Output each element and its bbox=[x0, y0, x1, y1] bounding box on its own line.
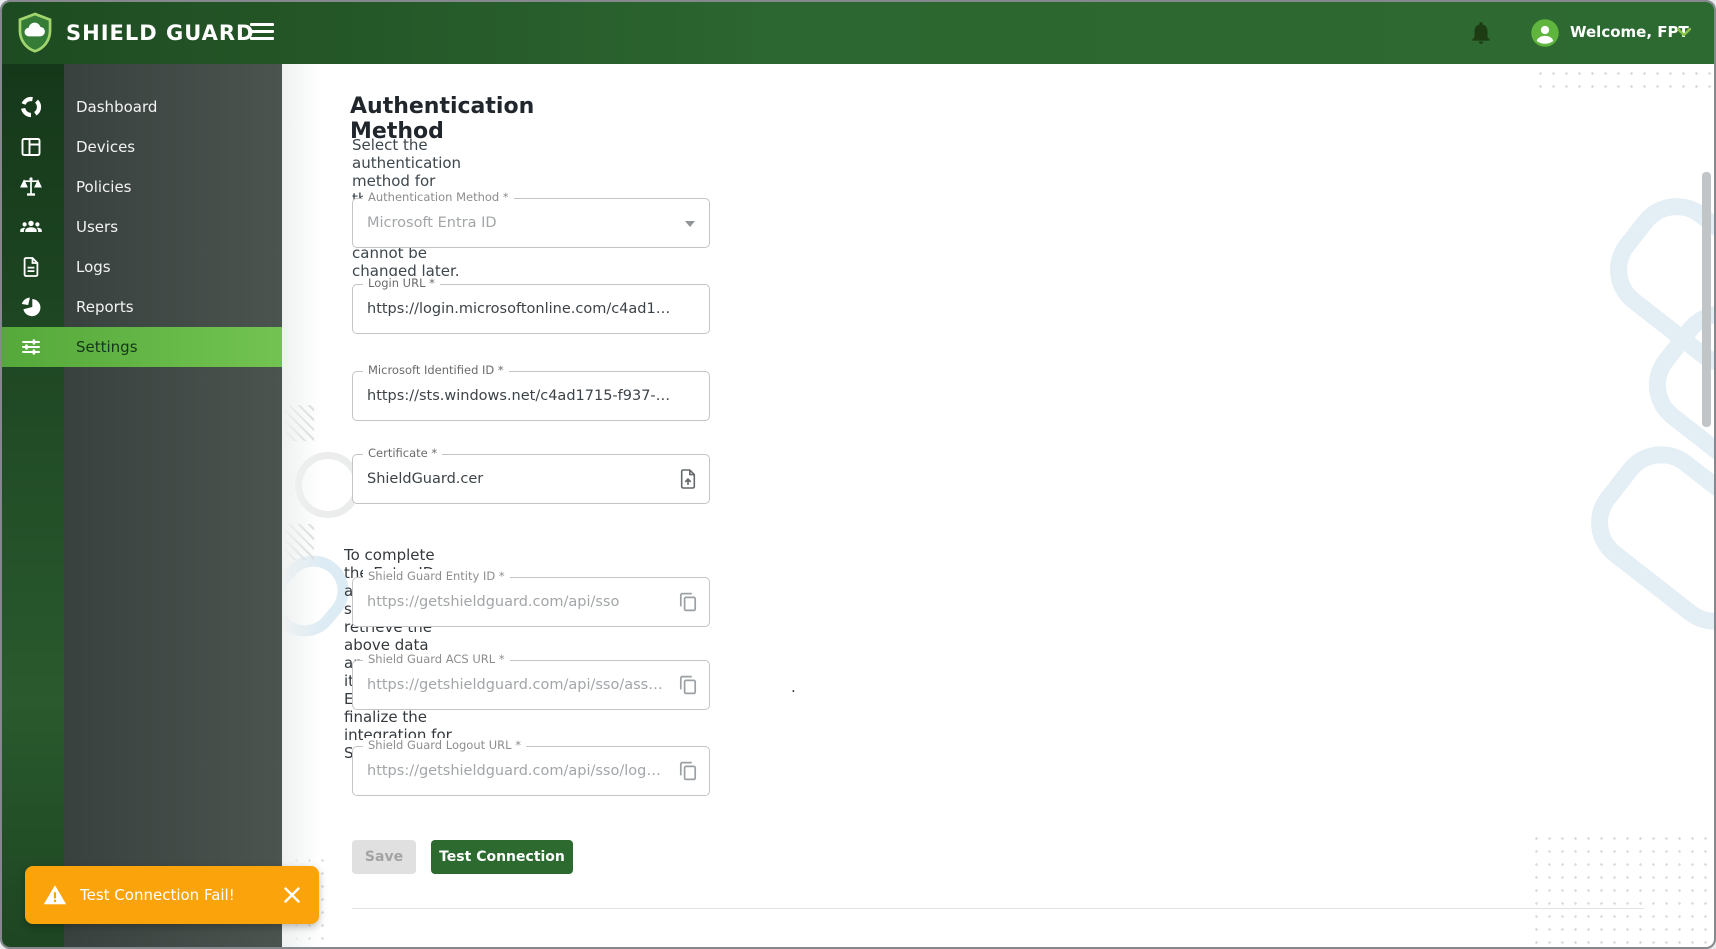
shield-cloud-logo-icon bbox=[18, 12, 52, 53]
copy-icon[interactable] bbox=[676, 673, 700, 697]
sidebar-item-label: Users bbox=[76, 218, 119, 236]
sidebar-item-label: Reports bbox=[76, 298, 134, 316]
decor-link-shape bbox=[1571, 426, 1714, 650]
entity-id-value: https://getshieldguard.com/api/sso bbox=[367, 594, 620, 610]
microsoft-identified-id-field[interactable]: Microsoft Identified ID * https://sts.wi… bbox=[352, 363, 710, 421]
close-icon[interactable] bbox=[283, 886, 301, 904]
sidebar-item-logs[interactable]: Logs bbox=[2, 247, 282, 287]
devices-icon bbox=[21, 138, 41, 156]
decor-dot-grid bbox=[1534, 67, 1712, 94]
login-url-value: https://login.microsoftonline.com/c4ad17… bbox=[367, 301, 671, 317]
field-label: Certificate * bbox=[363, 446, 443, 460]
certificate-value: ShieldGuard.cer bbox=[367, 471, 484, 487]
toast-notification: Test Connection Fail! bbox=[25, 866, 319, 924]
app-logo[interactable]: SHIELD GUARD bbox=[16, 12, 254, 54]
entity-id-field[interactable]: Shield Guard Entity ID * https://getshie… bbox=[352, 569, 710, 627]
sidebar-item-reports[interactable]: Reports bbox=[2, 287, 282, 327]
authentication-method-select[interactable]: Authentication Method * Microsoft Entra … bbox=[352, 190, 710, 248]
sidebar-item-label: Devices bbox=[76, 138, 136, 156]
logout-url-field[interactable]: Shield Guard Logout URL * https://getshi… bbox=[352, 738, 710, 796]
decor-dot-grid bbox=[1530, 832, 1714, 947]
sidebar-item-dashboard[interactable]: Dashboard bbox=[2, 87, 282, 127]
field-label: Shield Guard ACS URL * bbox=[363, 652, 510, 666]
app-window: SHIELD GUARD Welcome, FPT Dashboard Devi… bbox=[0, 0, 1716, 949]
upload-file-icon[interactable] bbox=[676, 467, 700, 491]
test-connection-button[interactable]: Test Connection bbox=[431, 840, 573, 874]
copy-icon[interactable] bbox=[676, 590, 700, 614]
settings-sliders-icon bbox=[22, 339, 40, 355]
menu-hamburger-icon[interactable] bbox=[250, 23, 274, 43]
policies-scale-icon bbox=[20, 177, 42, 196]
section-divider bbox=[352, 908, 1644, 909]
sidebar-item-label: Dashboard bbox=[76, 98, 158, 116]
field-label: Login URL * bbox=[363, 276, 440, 290]
welcome-user-label[interactable]: Welcome, FPT bbox=[1570, 23, 1689, 41]
save-button[interactable]: Save bbox=[352, 840, 416, 874]
sidebar-item-settings[interactable]: Settings bbox=[2, 327, 282, 367]
sidebar-item-devices[interactable]: Devices bbox=[2, 127, 282, 167]
account-avatar-icon[interactable] bbox=[1530, 18, 1560, 48]
dashboard-icon bbox=[20, 96, 42, 118]
users-group-icon bbox=[20, 220, 42, 232]
field-label: Shield Guard Logout URL * bbox=[363, 738, 526, 752]
sidebar-item-label: Logs bbox=[76, 258, 111, 276]
logout-url-value: https://getshieldguard.com/api/sso/logou… bbox=[367, 763, 665, 779]
copy-icon[interactable] bbox=[676, 759, 700, 783]
sidebar-item-label: Policies bbox=[76, 178, 132, 196]
field-label: Microsoft Identified ID * bbox=[363, 363, 509, 377]
stray-period: . bbox=[791, 678, 796, 696]
sidebar-edge-fade bbox=[282, 64, 328, 947]
field-label: Shield Guard Entity ID * bbox=[363, 569, 510, 583]
notifications-bell-icon[interactable] bbox=[1468, 20, 1494, 46]
warning-triangle-icon bbox=[43, 885, 67, 905]
microsoft-identified-id-value: https://sts.windows.net/c4ad1715-f937-4d… bbox=[367, 388, 671, 404]
app-title: SHIELD GUARD bbox=[66, 21, 255, 45]
sidebar-item-label: Settings bbox=[76, 338, 138, 356]
sidebar-item-users[interactable]: Users bbox=[2, 207, 282, 247]
logs-document-icon bbox=[23, 257, 39, 277]
field-label: Authentication Method * bbox=[363, 190, 514, 204]
toast-message: Test Connection Fail! bbox=[80, 886, 235, 904]
chevron-down-icon bbox=[685, 221, 695, 227]
login-url-field[interactable]: Login URL * https://login.microsoftonlin… bbox=[352, 276, 710, 334]
certificate-field[interactable]: Certificate * ShieldGuard.cer bbox=[352, 446, 710, 504]
authentication-method-value: Microsoft Entra ID bbox=[367, 215, 497, 231]
top-bar: SHIELD GUARD Welcome, FPT bbox=[2, 2, 1714, 64]
reports-pie-icon bbox=[21, 297, 41, 317]
sidebar-item-policies[interactable]: Policies bbox=[2, 167, 282, 207]
chevron-down-icon[interactable] bbox=[1676, 27, 1692, 37]
acs-url-value: https://getshieldguard.com/api/sso/asser… bbox=[367, 677, 665, 693]
acs-url-field[interactable]: Shield Guard ACS URL * https://getshield… bbox=[352, 652, 710, 710]
vertical-scrollbar[interactable] bbox=[1702, 172, 1711, 427]
sidebar-nav: Dashboard Devices Policies Users Logs Re… bbox=[2, 87, 282, 367]
